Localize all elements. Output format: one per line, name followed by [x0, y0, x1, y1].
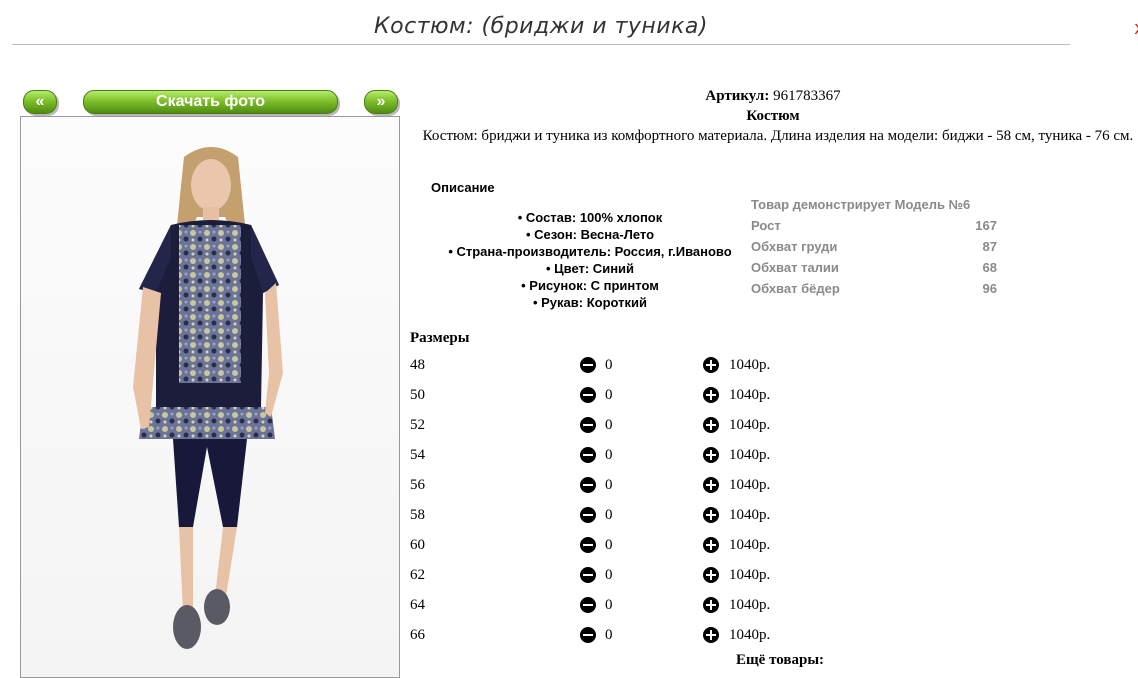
model-illustration	[133, 147, 283, 649]
quantity-value: 0	[605, 567, 613, 583]
quantity-value: 0	[605, 627, 613, 643]
minus-icon[interactable]	[580, 627, 596, 643]
product-header: Артикул: 961783367 Костюм	[408, 86, 1138, 126]
plus-icon[interactable]	[703, 447, 719, 463]
size-label: 52	[410, 417, 425, 433]
size-label: 66	[410, 627, 425, 643]
download-photo-button[interactable]: Скачать фото	[83, 90, 338, 114]
minus-icon[interactable]	[580, 537, 596, 553]
size-row: 56 0 1040р.	[410, 470, 910, 500]
quantity-value: 0	[605, 597, 613, 613]
minus-icon[interactable]	[580, 387, 596, 403]
price-value: 1040р.	[729, 597, 771, 613]
plus-icon[interactable]	[703, 537, 719, 553]
detail-item: Рисунок: С принтом	[420, 277, 760, 294]
size-row: 52 0 1040р.	[410, 410, 910, 440]
model-measurements: Товар демонстрирует Модель №6 Рост 167 Обх…	[751, 194, 997, 299]
size-label: 62	[410, 567, 425, 583]
detail-item: Состав: 100% хлопок	[420, 209, 760, 226]
model-row: Обхват груди 87	[751, 236, 997, 257]
size-label: 54	[410, 447, 425, 463]
article-label: Артикул:	[705, 88, 770, 104]
article-value: 961783367	[773, 88, 841, 104]
detail-item: Рукав: Короткий	[420, 294, 760, 311]
sizes-table: 48 0 1040р. 50 0 1040р. 52 0 1040р. 54 0 1040р. 56 0 1…	[410, 350, 910, 650]
quantity-value: 0	[605, 507, 613, 523]
model-row-value: 96	[982, 281, 997, 296]
article-line: Артикул: 961783367	[408, 86, 1138, 106]
details-title: Описание	[431, 180, 495, 195]
size-label: 56	[410, 477, 425, 493]
model-header: Товар демонстрирует Модель №6	[751, 197, 971, 212]
size-row: 62 0 1040р.	[410, 560, 910, 590]
model-row: Обхват талии 68	[751, 257, 997, 278]
price-value: 1040р.	[729, 567, 771, 583]
model-row-value: 167	[975, 218, 997, 233]
minus-icon[interactable]	[580, 507, 596, 523]
plus-icon[interactable]	[703, 597, 719, 613]
size-label: 48	[410, 357, 425, 373]
model-row: Обхват бёдер 96	[751, 278, 997, 299]
next-photo-button[interactable]: »	[364, 90, 398, 114]
model-row-label: Рост	[751, 218, 781, 233]
model-row-label: Обхват груди	[751, 239, 838, 254]
plus-icon[interactable]	[703, 417, 719, 433]
detail-item: Сезон: Весна-Лето	[420, 226, 760, 243]
minus-icon[interactable]	[580, 357, 596, 373]
plus-icon[interactable]	[703, 357, 719, 373]
size-row: 58 0 1040р.	[410, 500, 910, 530]
size-row: 50 0 1040р.	[410, 380, 910, 410]
size-row: 66 0 1040р.	[410, 620, 910, 650]
sizes-title: Размеры	[410, 330, 470, 346]
model-row-value: 87	[982, 239, 997, 254]
quantity-value: 0	[605, 417, 613, 433]
minus-icon[interactable]	[580, 447, 596, 463]
product-name: Костюм	[746, 108, 800, 124]
details-list: Состав: 100% хлопокСезон: Весна-ЛетоСтра…	[420, 209, 760, 311]
minus-icon[interactable]	[580, 417, 596, 433]
model-row-label: Обхват талии	[751, 260, 839, 275]
minus-icon[interactable]	[580, 597, 596, 613]
quantity-value: 0	[605, 537, 613, 553]
quantity-value: 0	[605, 477, 613, 493]
price-value: 1040р.	[729, 387, 771, 403]
quantity-value: 0	[605, 387, 613, 403]
size-label: 50	[410, 387, 425, 403]
plus-icon[interactable]	[703, 567, 719, 583]
model-row-value: 68	[982, 260, 997, 275]
price-value: 1040р.	[729, 447, 771, 463]
plus-icon[interactable]	[703, 627, 719, 643]
model-row-label: Обхват бёдер	[751, 281, 840, 296]
size-label: 64	[410, 597, 425, 613]
close-icon[interactable]: x	[1134, 18, 1138, 39]
product-description: Костюм: бриджи и туника из комфортного м…	[422, 128, 1134, 144]
size-row: 48 0 1040р.	[410, 350, 910, 380]
quantity-value: 0	[605, 357, 613, 373]
size-label: 60	[410, 537, 425, 553]
minus-icon[interactable]	[580, 567, 596, 583]
price-value: 1040р.	[729, 357, 771, 373]
plus-icon[interactable]	[703, 477, 719, 493]
prev-photo-button[interactable]: «	[23, 90, 57, 114]
title-divider	[12, 44, 1070, 45]
quantity-value: 0	[605, 447, 613, 463]
plus-icon[interactable]	[703, 387, 719, 403]
price-value: 1040р.	[729, 417, 771, 433]
model-row: Рост 167	[751, 215, 997, 236]
detail-item: Цвет: Синий	[420, 260, 760, 277]
price-value: 1040р.	[729, 507, 771, 523]
size-row: 60 0 1040р.	[410, 530, 910, 560]
price-value: 1040р.	[729, 537, 771, 553]
more-products-heading: Ещё товары:	[736, 652, 825, 668]
size-label: 58	[410, 507, 425, 523]
detail-item: Страна-производитель: Россия, г.Иваново	[420, 243, 760, 260]
page-title: Костюм: (бриджи и туника)	[374, 14, 708, 39]
price-value: 1040р.	[729, 627, 771, 643]
product-photo[interactable]	[20, 116, 400, 678]
plus-icon[interactable]	[703, 507, 719, 523]
price-value: 1040р.	[729, 477, 771, 493]
size-row: 64 0 1040р.	[410, 590, 910, 620]
size-row: 54 0 1040р.	[410, 440, 910, 470]
minus-icon[interactable]	[580, 477, 596, 493]
